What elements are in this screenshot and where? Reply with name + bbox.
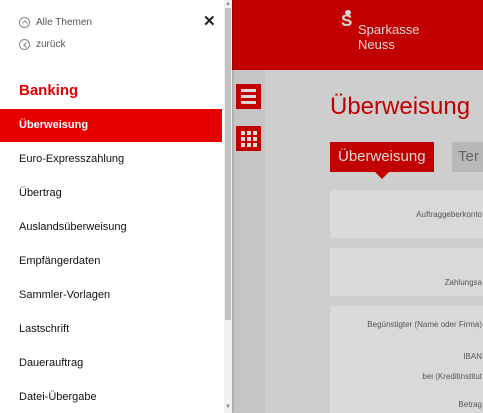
nav-item-euro-expresszahlung[interactable]: Euro-Expresszahlung (0, 143, 222, 176)
nav-item-empfaengerdaten[interactable]: Empfängerdaten (0, 245, 222, 278)
nav-item-lastschrift[interactable]: Lastschrift (0, 313, 222, 346)
chevron-left-icon (19, 38, 30, 50)
nav-item-auslandsueberweisung[interactable]: Auslandsüberweisung (0, 211, 222, 244)
nav-item-ueberweisung[interactable]: Überweisung (0, 109, 222, 142)
back-link[interactable]: zurück (19, 36, 65, 52)
all-topics-link[interactable]: Alle Themen (19, 14, 92, 30)
chevron-up-icon (19, 16, 30, 28)
scrollbar-thumb[interactable] (225, 8, 231, 320)
scroll-up-icon[interactable]: ▲ (225, 1, 231, 7)
nav-scrollbar[interactable]: ▲ ▼ (224, 0, 232, 413)
close-icon[interactable]: ✕ (203, 14, 216, 29)
nav-item-datei-uebergabe[interactable]: Datei-Übergabe (0, 381, 222, 413)
section-title: Banking (19, 82, 79, 99)
nav-item-sammler-vorlagen[interactable]: Sammler-Vorlagen (0, 279, 222, 312)
nav-item-dauerauftrag[interactable]: Dauerauftrag (0, 347, 222, 380)
nav-item-uebertrag[interactable]: Übertrag (0, 177, 222, 210)
back-label: zurück (36, 38, 66, 50)
navigation-drawer: ✕ Alle Themen zurück Banking Überweisung… (0, 0, 232, 413)
scroll-down-icon[interactable]: ▼ (225, 404, 231, 410)
all-topics-label: Alle Themen (36, 16, 92, 28)
